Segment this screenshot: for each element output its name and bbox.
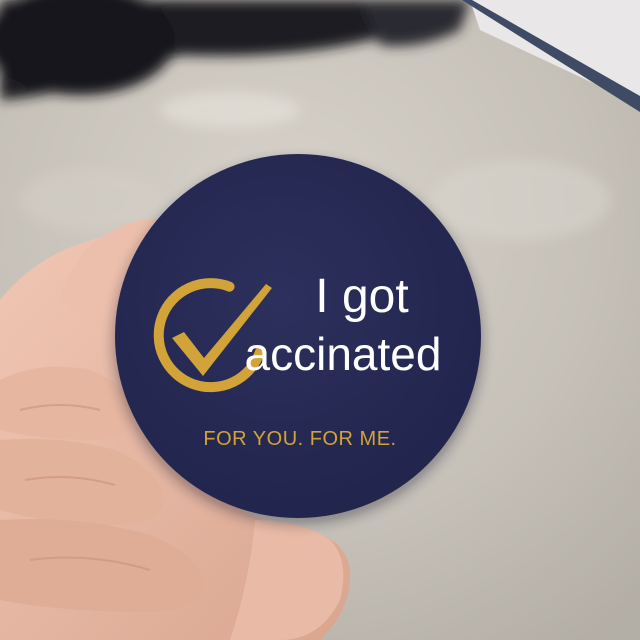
vaccinated-sticker: I got accinated FOR YOU. FOR ME. — [113, 154, 483, 525]
photo-canvas: I got accinated FOR YOU. FOR ME. — [0, 0, 640, 640]
sticker-tagline: FOR YOU. FOR ME. — [203, 428, 396, 450]
sticker-line1: I got — [315, 270, 408, 323]
photo-scene: I got accinated FOR YOU. FOR ME. — [0, 0, 640, 640]
sticker-line2: accinated — [245, 328, 442, 380]
